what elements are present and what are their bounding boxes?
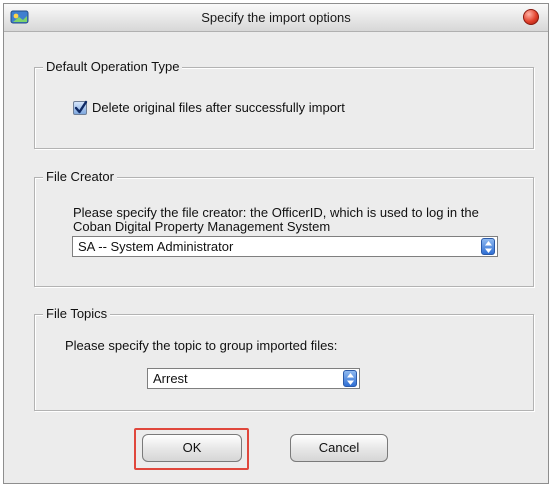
delete-files-label[interactable]: Delete original files after successfully… [92,100,345,115]
file-creator-select[interactable]: SA -- System Administrator [72,236,498,257]
ok-button[interactable]: OK [142,434,242,462]
title-bar[interactable]: Specify the import options [4,4,548,32]
file-topics-legend: File Topics [43,306,111,321]
file-topics-value: Arrest [153,371,188,386]
file-creator-instruction: Please specify the file creator: the Off… [73,206,479,234]
file-creator-group: File Creator Please specify the file cre… [34,169,534,287]
file-creator-legend: File Creator [43,169,117,184]
window-title: Specify the import options [201,10,351,25]
default-operation-legend: Default Operation Type [43,59,183,74]
close-icon[interactable] [523,9,539,25]
file-topics-group: File Topics Please specify the topic to … [34,306,534,411]
file-topics-instruction: Please specify the topic to group import… [65,338,338,353]
delete-files-checkbox[interactable] [73,100,88,115]
file-topics-select[interactable]: Arrest [147,368,360,389]
select-arrows-icon [481,238,495,255]
default-operation-group: Default Operation Type Delete original f… [34,59,534,149]
cancel-button[interactable]: Cancel [290,434,388,462]
import-options-dialog: Specify the import options Default Opera… [3,3,549,484]
select-arrows-icon [343,370,357,387]
file-creator-value: SA -- System Administrator [78,239,234,254]
